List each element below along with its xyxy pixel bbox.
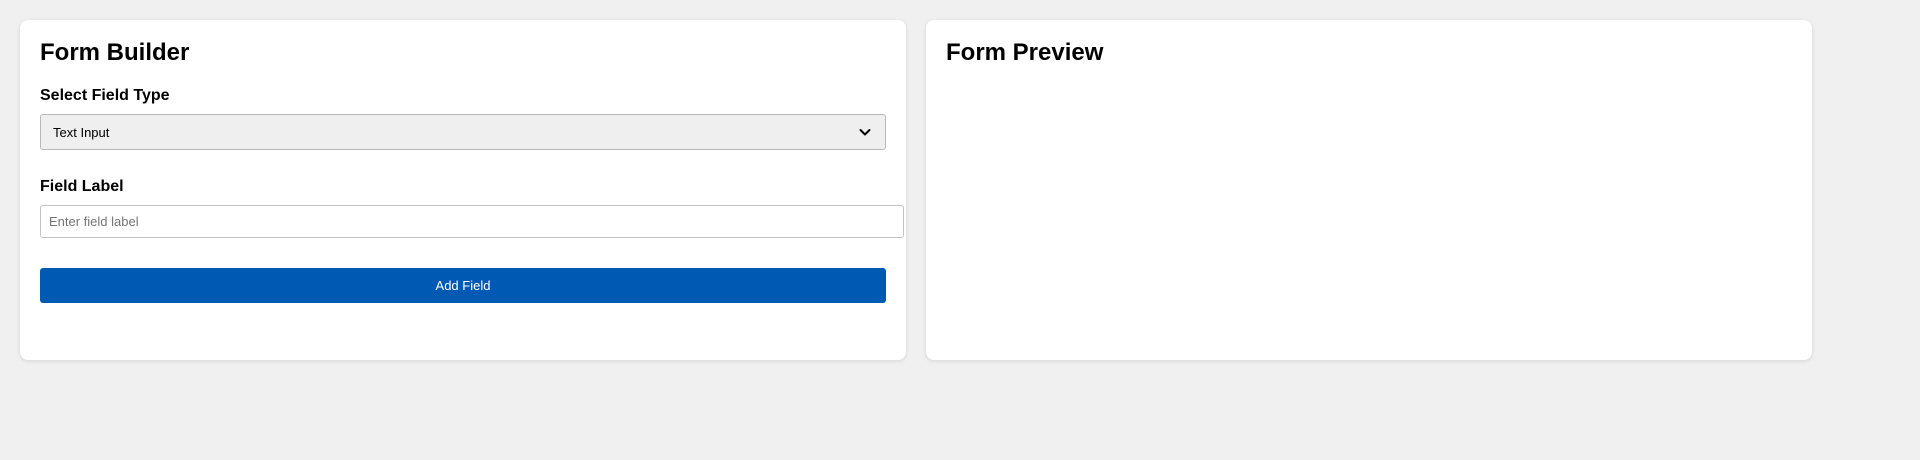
- form-preview-title: Form Preview: [946, 39, 1104, 66]
- form-builder-panel: Form Builder Select Field Type Text Inpu…: [20, 20, 906, 360]
- field-label-input[interactable]: [40, 205, 904, 238]
- form-builder-title: Form Builder: [40, 39, 190, 66]
- field-type-select[interactable]: Text Input: [40, 114, 886, 150]
- field-type-label: Select Field Type: [40, 87, 170, 104]
- chevron-down-icon: [857, 124, 873, 140]
- add-field-button[interactable]: Add Field: [40, 268, 886, 303]
- field-label-label: Field Label: [40, 178, 124, 195]
- field-type-selected-value: Text Input: [53, 124, 110, 140]
- form-preview-panel: Form Preview: [926, 20, 1812, 360]
